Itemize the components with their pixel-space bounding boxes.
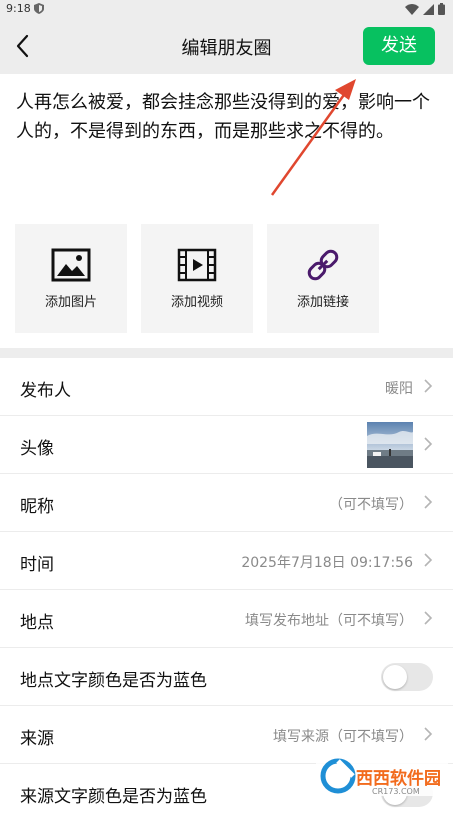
time-value: 2025年7月18日 09:17:56	[241, 555, 413, 571]
section-divider	[0, 348, 453, 358]
time-label: 时间	[20, 555, 54, 575]
publisher-value: 暖阳	[385, 381, 413, 397]
nickname-row[interactable]: 昵称 （可不填写）	[0, 474, 453, 532]
watermark-text: 西西软件园	[356, 769, 441, 789]
status-bar: 9:18	[0, 0, 453, 18]
film-icon	[177, 248, 217, 282]
send-button[interactable]: 发送	[363, 27, 435, 65]
chevron-right-icon	[424, 611, 433, 625]
media-buttons: 添加图片 添加视频 添加链接	[15, 224, 379, 333]
source-blue-label: 来源文字颜色是否为蓝色	[20, 787, 207, 807]
image-icon	[51, 248, 91, 282]
location-blue-row: 地点文字颜色是否为蓝色	[0, 648, 453, 706]
time-row[interactable]: 时间 2025年7月18日 09:17:56	[0, 532, 453, 590]
avatar-label: 头像	[20, 439, 54, 459]
status-time: 9:18	[6, 2, 31, 15]
post-text-input[interactable]: 人再怎么被爱，都会挂念那些没得到的爱，影响一个人的，不是得到的东西，而是那些求之…	[16, 88, 442, 146]
location-blue-toggle[interactable]	[381, 663, 433, 691]
nav-bar: 编辑朋友圈 发送	[0, 18, 453, 74]
link-icon	[307, 249, 339, 281]
chevron-right-icon	[424, 727, 433, 741]
watermark-sub: CR173.COM	[372, 787, 420, 796]
publisher-row[interactable]: 发布人 暖阳	[0, 358, 453, 416]
add-video-button[interactable]: 添加视频	[141, 224, 253, 333]
add-image-label: 添加图片	[44, 295, 97, 310]
source-value: 填写来源（可不填写）	[273, 729, 413, 745]
add-video-label: 添加视频	[170, 295, 223, 310]
nickname-label: 昵称	[20, 497, 54, 517]
add-image-button[interactable]: 添加图片	[15, 224, 127, 333]
shield-icon	[34, 3, 44, 14]
wifi-icon	[405, 3, 419, 15]
chevron-right-icon	[424, 437, 433, 451]
battery-icon	[438, 3, 445, 15]
status-indicators	[405, 3, 445, 15]
nickname-value: （可不填写）	[329, 497, 413, 513]
location-label: 地点	[20, 613, 54, 633]
avatar-thumbnail	[367, 422, 413, 468]
add-link-label: 添加链接	[296, 295, 349, 310]
location-row[interactable]: 地点 填写发布地址（可不填写）	[0, 590, 453, 648]
avatar-row[interactable]: 头像	[0, 416, 453, 474]
chevron-right-icon	[424, 495, 433, 509]
toggle-knob	[383, 665, 407, 689]
settings-list: 发布人 暖阳 头像 昵称 （可不填写） 时间 2025年7月18日 09:17:…	[0, 358, 453, 821]
chevron-right-icon	[424, 553, 433, 567]
publisher-label: 发布人	[20, 381, 71, 401]
signal-icon	[423, 3, 434, 15]
location-blue-label: 地点文字颜色是否为蓝色	[20, 671, 207, 691]
chevron-right-icon	[424, 379, 433, 393]
add-link-button[interactable]: 添加链接	[267, 224, 379, 333]
location-value: 填写发布地址（可不填写）	[245, 613, 413, 629]
source-label: 来源	[20, 729, 54, 749]
